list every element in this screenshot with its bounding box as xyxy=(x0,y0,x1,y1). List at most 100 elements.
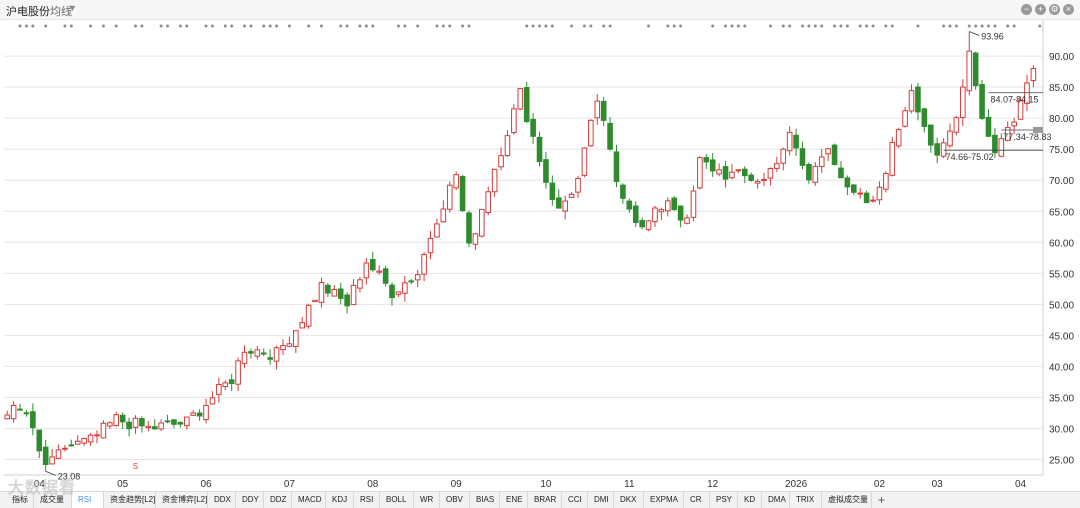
candle-body xyxy=(645,220,652,231)
signal-dot xyxy=(538,24,542,28)
candle-body xyxy=(357,279,363,289)
candle-body xyxy=(562,200,568,212)
indicator-tab[interactable]: EXPMA xyxy=(644,492,684,508)
x-tick-label: 10 xyxy=(540,479,552,490)
signal-dot xyxy=(679,24,683,28)
candle-body xyxy=(49,456,55,465)
x-tick-label: 2026 xyxy=(785,479,808,490)
indicator-tab[interactable]: CR xyxy=(684,492,710,508)
candle-body xyxy=(639,220,645,228)
signal-dot xyxy=(31,24,35,28)
indicator-tab[interactable]: DDY xyxy=(236,492,264,508)
candle-body xyxy=(222,382,229,388)
indicator-tab[interactable]: 虚拟成交量 xyxy=(822,492,872,508)
indicator-tab[interactable]: KDJ xyxy=(326,492,354,508)
indicator-tab[interactable]: PSY xyxy=(710,492,738,508)
candle-body xyxy=(979,83,985,119)
candle-body xyxy=(440,208,447,223)
candle-body xyxy=(908,90,915,112)
candle-body xyxy=(972,52,979,87)
indicator-tab[interactable]: TRIX xyxy=(790,492,822,508)
candle-body xyxy=(62,447,68,450)
signal-dot xyxy=(89,24,93,28)
candle-body xyxy=(632,205,639,223)
candle-body xyxy=(716,169,722,175)
candle-body xyxy=(248,351,254,354)
candle-body xyxy=(434,223,440,238)
indicator-tab[interactable]: WR xyxy=(414,492,440,508)
indicator-tab[interactable]: DDZ xyxy=(264,492,292,508)
candlestick-chart[interactable]: 25.00 30.00 35.00 40.00 45.00 50.00 55.00 60.00… xyxy=(0,20,1080,491)
candle-body xyxy=(1011,121,1017,127)
signal-dot xyxy=(63,24,67,28)
signal-dot xyxy=(24,24,28,28)
candle-body xyxy=(145,425,152,429)
sell-signal: S xyxy=(133,462,138,471)
signal-dot xyxy=(159,24,163,28)
signal-dot xyxy=(339,24,343,28)
candle-body xyxy=(613,151,620,182)
signal-dot xyxy=(807,24,811,28)
candle-body xyxy=(395,291,402,295)
indicator-tab[interactable]: KD xyxy=(738,492,762,508)
indicator-tab[interactable]: 资金博弈[L2] xyxy=(156,492,208,508)
candle-body xyxy=(594,100,601,119)
candle-body xyxy=(4,414,11,420)
indicator-tab[interactable]: DKX xyxy=(614,492,644,508)
candle-body xyxy=(254,349,261,357)
candle-body xyxy=(280,345,286,351)
x-tick-label: 06 xyxy=(200,479,212,490)
gear-icon[interactable]: ⚙ xyxy=(1049,4,1060,15)
indicator-tab[interactable]: MACD xyxy=(292,492,326,508)
price-marker-label: 93.96 xyxy=(981,32,1004,42)
indicator-tab[interactable]: RSI xyxy=(72,492,104,508)
candle-body xyxy=(722,166,729,180)
signal-dot xyxy=(942,24,946,28)
candle-body xyxy=(17,408,23,411)
candle-body xyxy=(331,288,338,297)
indicator-tab[interactable]: ENE xyxy=(500,492,528,508)
chevron-down-icon[interactable]: ▼ xyxy=(68,3,77,13)
marker-arrow xyxy=(969,31,980,36)
candle-body xyxy=(389,284,395,299)
candle-body xyxy=(857,192,864,195)
indicator-tab[interactable]: 资金趋势[L2] xyxy=(104,492,156,508)
indicator-tab[interactable]: CCI xyxy=(562,492,588,508)
indicator-tab[interactable]: BOLL xyxy=(380,492,414,508)
close-icon[interactable]: × xyxy=(1063,4,1074,15)
indicator-tab[interactable]: DMI xyxy=(588,492,614,508)
signal-dot xyxy=(435,24,439,28)
candle-body xyxy=(754,180,761,184)
signal-dot xyxy=(448,24,452,28)
indicator-tab[interactable]: OBV xyxy=(440,492,470,508)
zoom-out-icon[interactable]: − xyxy=(1021,4,1032,15)
candle-body xyxy=(684,217,690,224)
candle-body xyxy=(337,288,344,299)
signal-dot xyxy=(980,24,984,28)
indicator-tab[interactable]: RSI xyxy=(354,492,380,508)
watermark: 大数据看 xyxy=(8,480,77,497)
y-tick-label: 25.00 xyxy=(1049,455,1074,466)
indicator-tab[interactable]: BIAS xyxy=(470,492,500,508)
zoom-in-icon[interactable]: + xyxy=(1035,4,1046,15)
signal-dot xyxy=(525,24,529,28)
add-indicator-button[interactable]: + xyxy=(872,492,892,508)
candle-body xyxy=(883,172,889,190)
candle-body xyxy=(555,197,562,209)
candle-body xyxy=(318,281,325,303)
candle-body xyxy=(216,384,222,395)
candle-body xyxy=(260,352,267,355)
indicator-tab[interactable]: DDX xyxy=(208,492,236,508)
candle-body xyxy=(479,208,485,237)
signal-dot xyxy=(18,24,22,28)
candle-body xyxy=(626,200,633,210)
signal-dot xyxy=(249,24,253,28)
signal-dot xyxy=(833,24,837,28)
signal-dot xyxy=(133,24,137,28)
signal-dot xyxy=(800,24,804,28)
signal-dot xyxy=(589,24,593,28)
indicator-tab[interactable]: DMA xyxy=(762,492,790,508)
indicator-tab[interactable]: BRAR xyxy=(528,492,562,508)
candle-body xyxy=(267,357,273,360)
candle-body xyxy=(838,167,844,179)
